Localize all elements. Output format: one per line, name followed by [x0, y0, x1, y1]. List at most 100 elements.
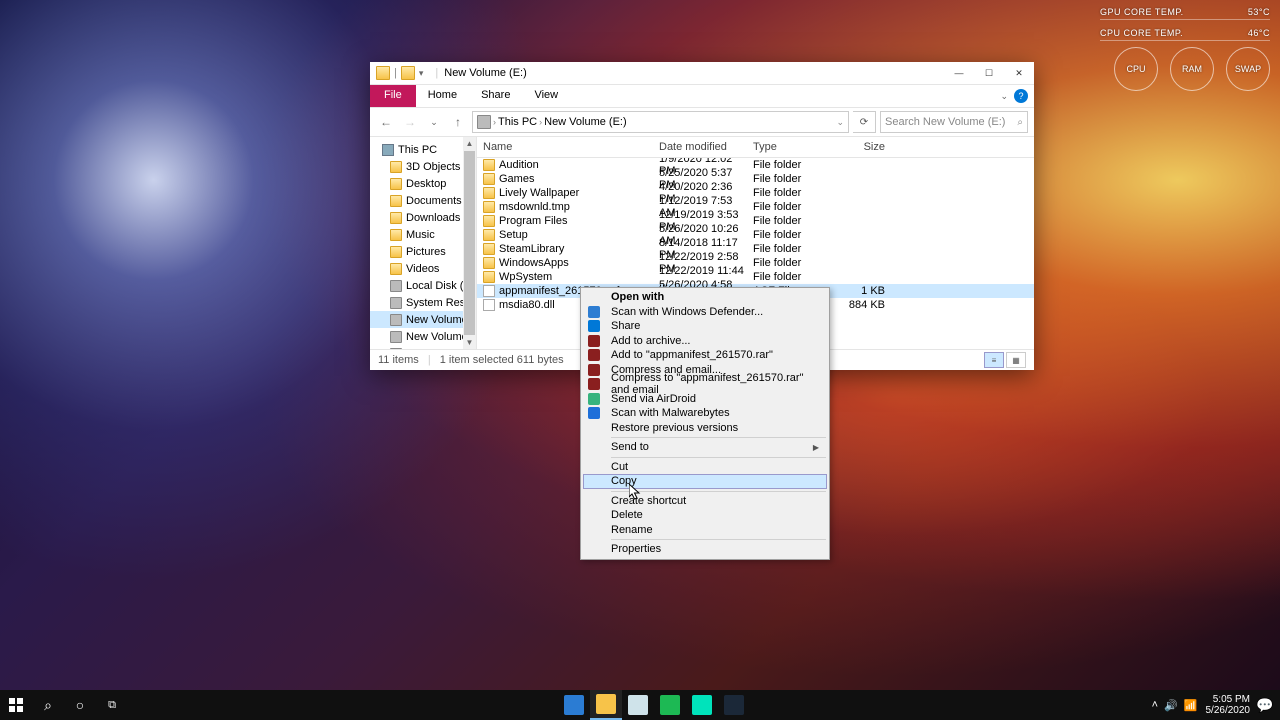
context-menu-label: Cut: [611, 461, 628, 473]
file-row[interactable]: WpSystem12/22/2019 11:44 ...File folder: [477, 270, 1034, 284]
breadcrumb-seg[interactable]: This PC: [498, 116, 537, 128]
file-type: File folder: [753, 229, 829, 241]
help-icon[interactable]: ?: [1014, 89, 1028, 103]
context-menu-item[interactable]: Open with: [583, 290, 827, 305]
file-row[interactable]: Audition1/9/2020 12:02 PMFile folder: [477, 158, 1034, 172]
nav-item[interactable]: Local Disk (C:): [370, 277, 476, 294]
taskbar-app-audition[interactable]: [686, 690, 718, 720]
ribbon-tab[interactable]: View: [522, 85, 570, 107]
nav-up-button[interactable]: ↑: [448, 115, 468, 129]
nav-item[interactable]: New Volume (E:): [370, 311, 476, 328]
nav-forward-button[interactable]: →: [400, 115, 420, 129]
window-icon: [376, 66, 390, 80]
ribbon-tab[interactable]: Share: [469, 85, 522, 107]
taskbar-app-edge[interactable]: [558, 690, 590, 720]
view-details-button[interactable]: ≡: [984, 352, 1004, 368]
nav-item[interactable]: This PC: [370, 141, 476, 158]
breadcrumb-dropdown-icon[interactable]: ⌄: [836, 117, 844, 128]
context-menu-item[interactable]: Compress to "appmanifest_261570.rar" and…: [583, 377, 827, 392]
tray-icon[interactable]: ˄: [1152, 699, 1158, 712]
nav-item[interactable]: Desktop: [370, 175, 476, 192]
column-type[interactable]: Type: [753, 141, 829, 153]
nav-item[interactable]: Pictures: [370, 243, 476, 260]
tray-icon[interactable]: 🔊: [1164, 699, 1178, 712]
file-row[interactable]: SteamLibrary8/14/2018 11:17 PMFile folde…: [477, 242, 1034, 256]
context-menu-item[interactable]: Send to▶: [583, 440, 827, 455]
search-placeholder: Search New Volume (E:): [885, 116, 1005, 128]
file-name: msdownld.tmp: [499, 201, 570, 213]
ribbon-tab[interactable]: Home: [416, 85, 469, 107]
context-menu-item[interactable]: Add to archive...: [583, 334, 827, 349]
taskbar[interactable]: ⌕ ○ ⧉ ˄ 🔊 📶 5:05 PM 5/26/2020 💬: [0, 690, 1280, 720]
context-menu-item[interactable]: Properties: [583, 542, 827, 557]
context-menu-item[interactable]: Create shortcut: [583, 494, 827, 509]
context-menu-item[interactable]: Cut: [583, 460, 827, 475]
search-input[interactable]: Search New Volume (E:) ⌕: [880, 111, 1028, 133]
nav-history-button[interactable]: ⌄: [424, 117, 444, 128]
nav-item[interactable]: Documents: [370, 192, 476, 209]
context-menu-label: Open with: [611, 291, 664, 303]
edge-icon: [564, 695, 584, 715]
nav-back-button[interactable]: ←: [376, 115, 396, 129]
notifications-button[interactable]: 💬: [1258, 690, 1272, 720]
context-menu-item[interactable]: Send via AirDroid: [583, 392, 827, 407]
breadcrumb-drive-icon: [477, 115, 491, 129]
folder-icon: [483, 215, 495, 227]
context-menu-item[interactable]: Copy: [583, 474, 827, 489]
column-size[interactable]: Size: [829, 141, 893, 153]
file-row[interactable]: Program Files12/19/2019 3:53 PMFile fold…: [477, 214, 1034, 228]
context-menu-item[interactable]: Share: [583, 319, 827, 334]
file-row[interactable]: WindowsApps12/22/2019 2:58 PMFile folder: [477, 256, 1034, 270]
nav-item[interactable]: Music: [370, 226, 476, 243]
column-name[interactable]: Name: [483, 141, 659, 153]
context-menu-item[interactable]: Delete: [583, 508, 827, 523]
context-menu-label: Copy: [611, 475, 637, 487]
context-menu-item[interactable]: Scan with Windows Defender...: [583, 305, 827, 320]
context-menu-item[interactable]: Rename: [583, 523, 827, 538]
nav-item[interactable]: Local Disk (G:): [370, 345, 476, 349]
nav-item[interactable]: System Reserved: [370, 294, 476, 311]
tray-icon[interactable]: 📶: [1184, 699, 1198, 712]
close-button[interactable]: ✕: [1004, 62, 1034, 84]
qat-folder-icon[interactable]: [401, 66, 415, 80]
maximize-button[interactable]: ☐: [974, 62, 1004, 84]
tray-clock[interactable]: 5:05 PM 5/26/2020: [1206, 694, 1251, 716]
context-menu-item[interactable]: Add to "appmanifest_261570.rar": [583, 348, 827, 363]
taskbar-app-steam[interactable]: [718, 690, 750, 720]
file-row[interactable]: Lively Wallpaper4/20/2020 2:36 PMFile fo…: [477, 186, 1034, 200]
search-button[interactable]: ⌕: [32, 690, 64, 720]
start-button[interactable]: [0, 690, 32, 720]
titlebar[interactable]: | ▾ | New Volume (E:) — ☐ ✕: [370, 62, 1034, 85]
file-row[interactable]: Games5/25/2020 5:37 PMFile folder: [477, 172, 1034, 186]
navigation-pane[interactable]: This PC3D ObjectsDesktopDocumentsDownloa…: [370, 137, 477, 349]
steam-icon: [724, 695, 744, 715]
breadcrumb-seg[interactable]: New Volume (E:): [544, 116, 627, 128]
folder-icon: [483, 243, 495, 255]
cortana-button[interactable]: ○: [64, 690, 96, 720]
nav-item[interactable]: Downloads: [370, 209, 476, 226]
view-thumbnails-button[interactable]: ▦: [1006, 352, 1026, 368]
ribbon-file-tab[interactable]: File: [370, 85, 416, 107]
column-headers[interactable]: Name Date modified Type Size: [477, 137, 1034, 158]
nav-item[interactable]: New Volume (F:): [370, 328, 476, 345]
file-row[interactable]: Setup5/26/2020 10:26 AMFile folder: [477, 228, 1034, 242]
taskbar-app-spotify[interactable]: [654, 690, 686, 720]
task-view-button[interactable]: ⧉: [96, 690, 128, 720]
file-name: Lively Wallpaper: [499, 187, 579, 199]
drive-icon: [390, 348, 402, 350]
context-menu-item[interactable]: Restore previous versions: [583, 421, 827, 436]
context-menu-item[interactable]: Scan with Malwarebytes: [583, 406, 827, 421]
refresh-button[interactable]: ⟳: [853, 111, 876, 133]
navpane-scrollbar[interactable]: ▲ ▼: [463, 137, 476, 349]
taskbar-app-notepad[interactable]: [622, 690, 654, 720]
file-row[interactable]: msdownld.tmp1/12/2019 7:53 AMFile folder: [477, 200, 1034, 214]
context-menu[interactable]: Open with Scan with Windows Defender...Sh…: [580, 287, 830, 560]
ribbon-expand-icon[interactable]: ⌄: [1000, 91, 1008, 102]
column-date[interactable]: Date modified: [659, 141, 753, 153]
nav-item[interactable]: Videos: [370, 260, 476, 277]
nav-item[interactable]: 3D Objects: [370, 158, 476, 175]
breadcrumb[interactable]: › This PC › New Volume (E:) ⌄: [472, 111, 849, 133]
notepad-icon: [628, 695, 648, 715]
taskbar-app-explorer[interactable]: [590, 690, 622, 720]
minimize-button[interactable]: —: [944, 62, 974, 84]
